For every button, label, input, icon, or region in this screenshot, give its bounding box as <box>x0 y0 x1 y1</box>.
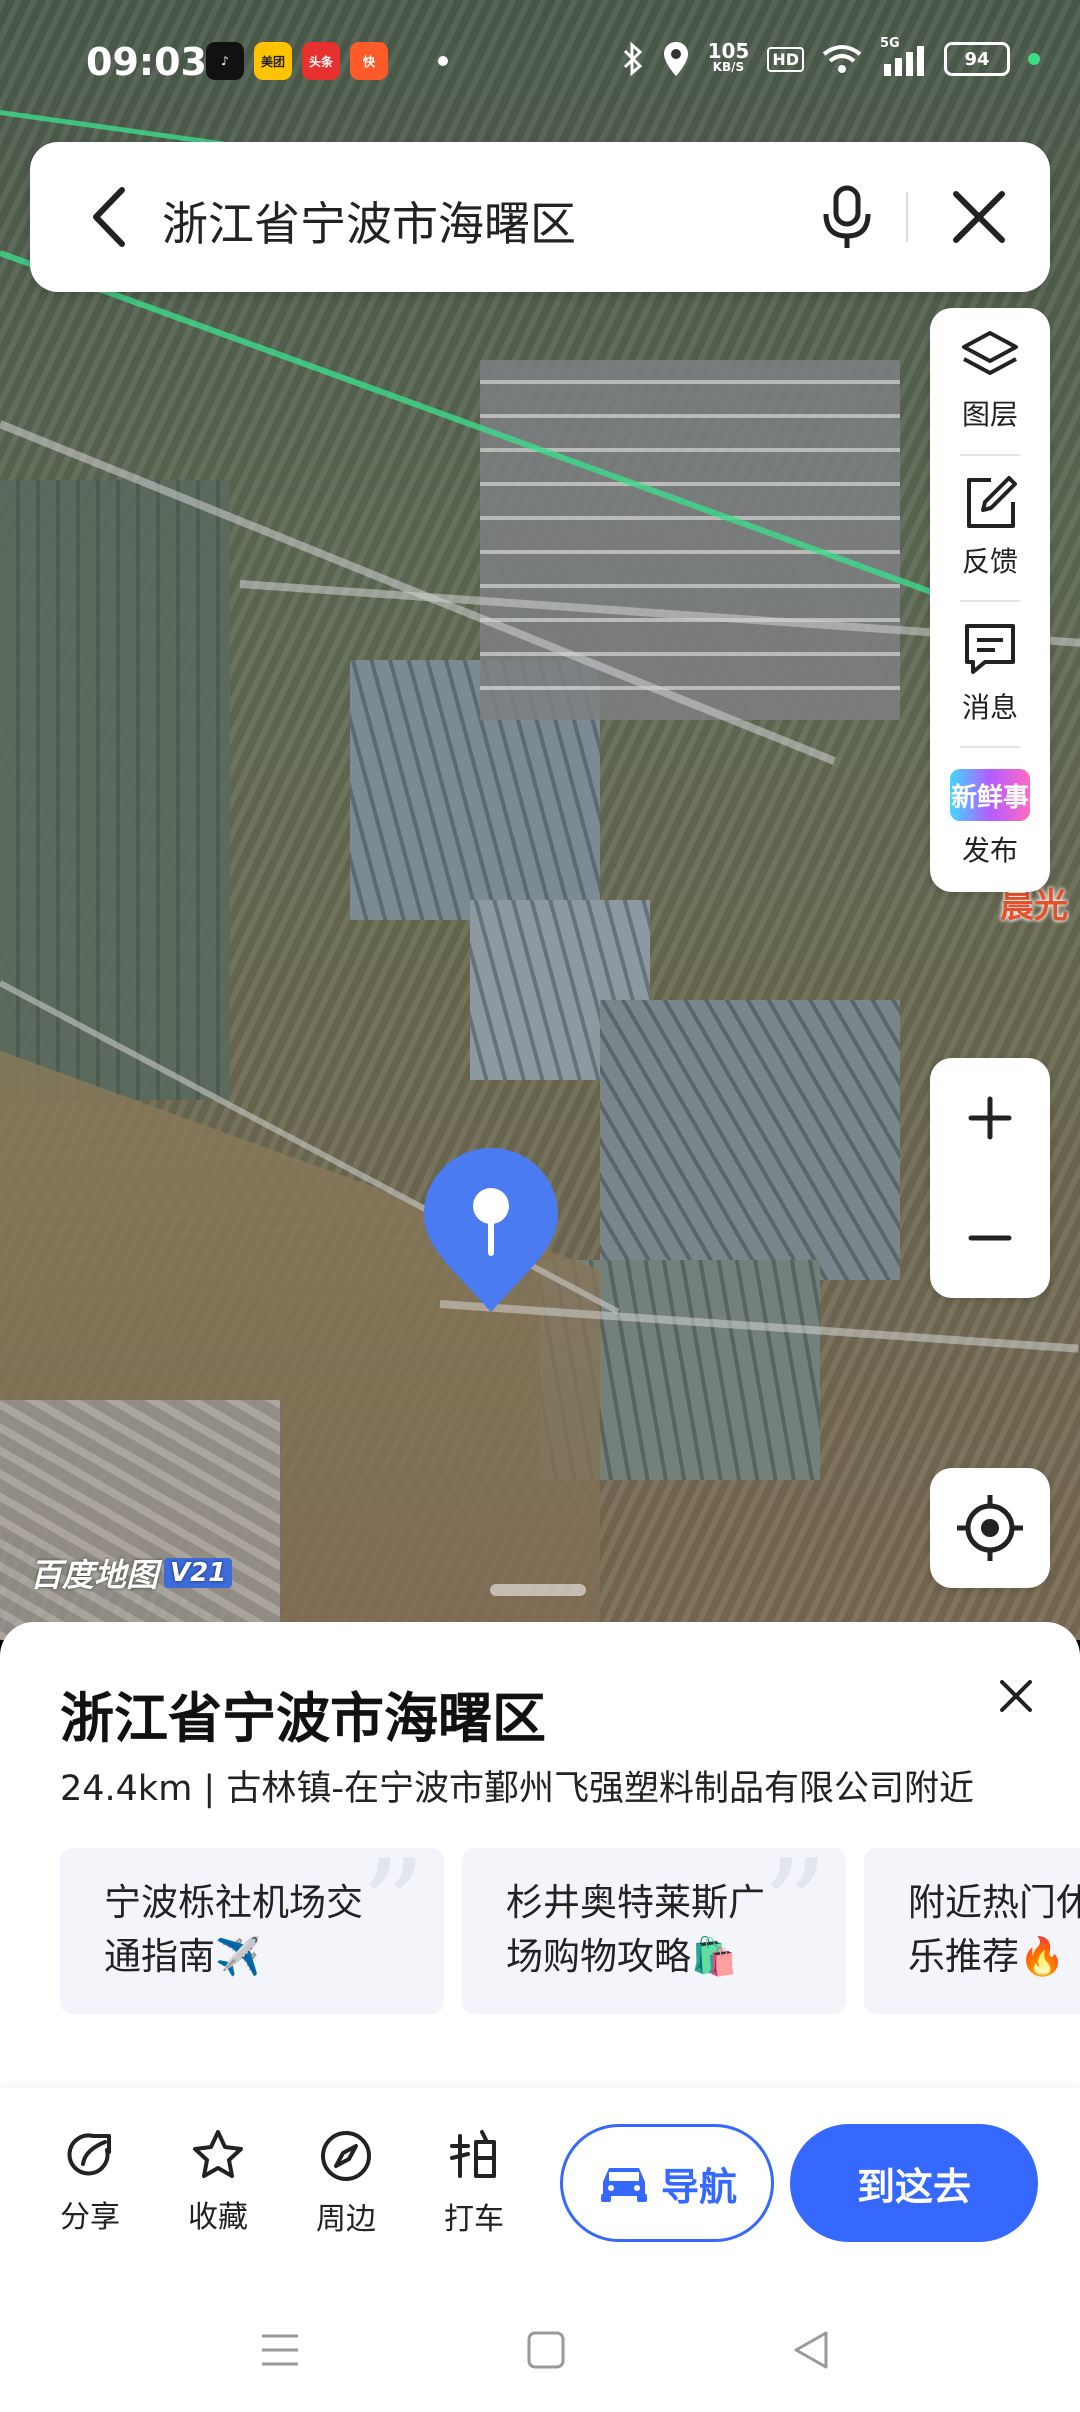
feedback-button[interactable]: 反馈 <box>930 454 1050 600</box>
minus-icon <box>968 1235 1012 1241</box>
taxi-icon <box>450 2130 496 2178</box>
go-there-label: 到这去 <box>856 2164 971 2209</box>
more-notifications-dot <box>438 56 448 66</box>
meituan-icon: 美团 <box>254 42 292 80</box>
compass-icon <box>321 2131 371 2181</box>
zoom-in-button[interactable] <box>930 1058 1050 1178</box>
messages-label: 消息 <box>961 691 1018 724</box>
location-pin-icon[interactable] <box>420 1144 562 1316</box>
map-tool-panel: 图层 反馈 消息 新鲜事 发布 <box>930 308 1050 892</box>
status-bar: 09:03 ♪ 美团 头条 快 105 KB/S HD 5G 94 <box>0 0 1080 120</box>
menu-icon[interactable] <box>258 2328 302 2372</box>
watermark-version: V21 <box>164 1558 233 1588</box>
publish-button[interactable]: 新鲜事 发布 <box>930 746 1050 892</box>
guide-card[interactable]: ” 杉井奥特莱斯广 场购物攻略🛍️ <box>462 1848 846 2014</box>
map-watermark: 百度地图 V21 <box>30 1550 233 1596</box>
favorite-button[interactable]: 收藏 <box>168 2128 268 2248</box>
guide-card-line1: 宁波栎社机场交 <box>104 1881 363 1924</box>
hd-icon: HD <box>767 46 804 72</box>
go-there-button[interactable]: 到这去 <box>790 2124 1038 2242</box>
status-app-icons: ♪ 美团 头条 快 <box>206 42 448 80</box>
microphone-icon[interactable] <box>812 182 882 252</box>
nearby-label: 周边 <box>316 2202 376 2237</box>
douyin-icon: ♪ <box>206 42 244 80</box>
place-title: 浙江省宁波市海曙区 <box>60 1687 546 1750</box>
publish-icon: 新鲜事 <box>950 769 1030 821</box>
zoom-controls <box>930 1058 1050 1298</box>
messages-button[interactable]: 消息 <box>930 600 1050 746</box>
plus-icon <box>968 1096 1012 1140</box>
battery-indicator: 94 <box>944 42 1010 76</box>
taxi-label: 打车 <box>444 2202 504 2237</box>
search-divider <box>906 192 908 242</box>
publish-label: 发布 <box>961 834 1018 867</box>
share-label: 分享 <box>60 2200 120 2235</box>
edit-icon <box>967 476 1017 528</box>
crosshair-icon <box>957 1495 1023 1561</box>
feedback-label: 反馈 <box>961 545 1018 578</box>
search-query[interactable]: 浙江省宁波市海曙区 <box>162 188 576 254</box>
home-icon[interactable] <box>524 2328 568 2372</box>
close-icon[interactable] <box>948 186 1010 248</box>
charging-dot <box>1028 53 1040 65</box>
screen: 晨光 百度地图 V21 09:03 ♪ 美团 头条 快 105 KB/S HD … <box>0 0 1080 2412</box>
place-subtitle: 24.4km | 古林镇-在宁波市鄞州飞强塑料制品有限公司附近 <box>60 1769 974 1809</box>
locate-me-button[interactable] <box>930 1468 1050 1588</box>
guide-card-line1: 杉井奥特莱斯广 <box>506 1881 765 1924</box>
sheet-drag-handle[interactable] <box>490 1584 586 1596</box>
layers-label: 图层 <box>961 398 1018 431</box>
cellular-signal-icon: 5G <box>880 36 926 76</box>
share-icon <box>67 2133 111 2176</box>
wifi-icon <box>822 45 862 73</box>
navigate-button[interactable]: 导航 <box>560 2124 774 2242</box>
toutiao-icon: 头条 <box>302 42 340 80</box>
layers-button[interactable]: 图层 <box>930 308 1050 454</box>
layers-icon <box>962 331 1018 375</box>
action-bar: 分享 收藏 周边 打车 导航 到这去 <box>0 2088 1080 2288</box>
bluetooth-icon <box>623 41 642 77</box>
guide-card-line2: 通指南✈️ <box>104 1935 262 1978</box>
car-icon <box>600 2168 647 2202</box>
guide-card[interactable]: 附近热门休 乐推荐🔥 <box>864 1848 1080 2014</box>
network-speed: 105 KB/S <box>707 39 750 74</box>
guide-card-line1: 附近热门休 <box>908 1881 1080 1924</box>
watermark-text: 百度地图 <box>30 1556 159 1594</box>
search-bar[interactable]: 浙江省宁波市海曙区 <box>30 142 1050 292</box>
guide-card[interactable]: ” 宁波栎社机场交 通指南✈️ <box>60 1848 444 2014</box>
navigate-label: 导航 <box>660 2164 737 2209</box>
system-navigation-bar <box>0 2288 1080 2412</box>
favorite-label: 收藏 <box>188 2200 248 2235</box>
zoom-out-button[interactable] <box>930 1178 1050 1298</box>
location-icon <box>663 42 688 76</box>
guide-cards: ” 宁波栎社机场交 通指南✈️ ” 杉井奥特莱斯广 场购物攻略🛍️ 附近热门休 … <box>60 1848 1080 2014</box>
kuaishou-icon: 快 <box>350 42 388 80</box>
close-sheet-icon[interactable] <box>994 1674 1038 1718</box>
status-time: 09:03 <box>86 40 207 84</box>
taxi-button[interactable]: 打车 <box>424 2128 524 2248</box>
status-indicators: 105 KB/S HD 5G 94 <box>622 36 1040 78</box>
share-button[interactable]: 分享 <box>40 2128 140 2248</box>
message-icon <box>965 624 1015 674</box>
nearby-button[interactable]: 周边 <box>296 2128 396 2248</box>
back-icon[interactable] <box>790 2328 834 2372</box>
guide-card-line2: 场购物攻略🛍️ <box>506 1935 738 1978</box>
star-icon <box>193 2130 243 2178</box>
back-arrow-icon[interactable] <box>82 184 138 250</box>
guide-card-line2: 乐推荐🔥 <box>908 1935 1066 1978</box>
